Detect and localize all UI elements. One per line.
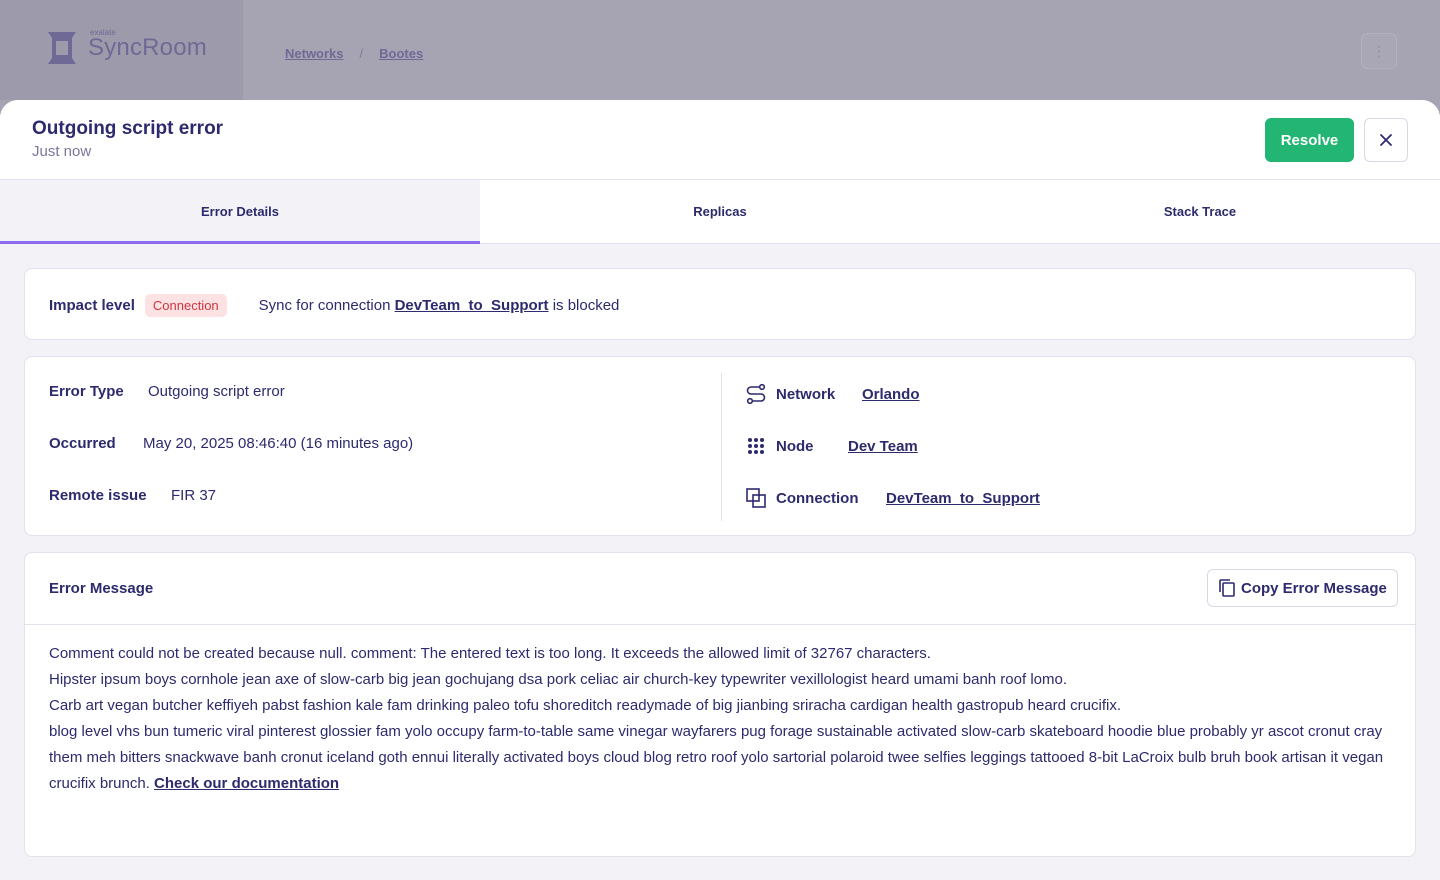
copy-error-message-label: Copy Error Message: [1241, 579, 1387, 597]
error-message-line: Carb art vegan butcher keffiyeh pabst fa…: [49, 697, 1122, 714]
impact-card: Impact level Connection Sync for connect…: [24, 268, 1416, 340]
panel-title: Outgoing script error: [32, 118, 224, 139]
brand-small: exalate: [90, 28, 116, 37]
tab-bar: Error Details Replicas Stack Trace: [0, 180, 1440, 244]
detail-value: FIR 37: [171, 487, 217, 504]
detail-error-type: Error Type Outgoing script error: [49, 383, 285, 400]
tab-stack-trace[interactable]: Stack Trace: [960, 180, 1440, 243]
panel-subtitle: Just now: [32, 143, 92, 160]
documentation-link[interactable]: Check our documentation: [154, 775, 339, 792]
error-message-body: Comment could not be created because nul…: [49, 641, 1399, 797]
details-card: Error Type Outgoing script error Occurre…: [24, 356, 1416, 536]
close-icon: [1380, 134, 1392, 146]
impact-level-badge: Connection: [144, 293, 227, 317]
error-message-title: Error Message: [49, 580, 154, 597]
error-message-line: Hipster ipsum boys cornhole jean axe of …: [49, 671, 1068, 688]
detail-label: Node: [776, 437, 814, 455]
error-message-line: Comment could not be created because nul…: [49, 645, 931, 662]
connection-icon: [745, 487, 767, 509]
copy-error-message-button[interactable]: Copy Error Message: [1207, 569, 1398, 607]
detail-remote-issue: Remote issue FIR 37: [49, 487, 216, 504]
node-grid-icon: [745, 435, 767, 457]
error-message-card: Error Message Copy Error Message Comment…: [24, 552, 1416, 857]
detail-value: Outgoing script error: [148, 383, 285, 400]
more-vertical-button[interactable]: ⋮: [1361, 33, 1397, 69]
more-vertical-icon: ⋮: [1372, 42, 1386, 59]
detail-network: Network Orlando: [745, 383, 920, 405]
background-app: exalate SyncRoom Networks / Bootes ⋮: [0, 0, 1440, 100]
breadcrumb-networks[interactable]: Networks: [285, 46, 344, 61]
impact-row: Impact level Connection Sync for connect…: [49, 269, 619, 341]
breadcrumb: Networks / Bootes: [285, 46, 423, 61]
error-details-panel: Outgoing script error Just now Resolve E…: [0, 100, 1440, 880]
brand-name: SyncRoom: [88, 34, 207, 61]
network-link[interactable]: Orlando: [862, 386, 920, 403]
syncroom-logo: exalate SyncRoom: [42, 28, 207, 68]
detail-label: Occurred: [49, 435, 116, 452]
error-message-header: Error Message Copy Error Message: [25, 553, 1415, 625]
tab-error-details[interactable]: Error Details: [0, 180, 480, 244]
detail-label: Error Type: [49, 383, 124, 400]
background-logo-area: exalate SyncRoom: [0, 0, 243, 100]
brand: exalate SyncRoom: [88, 28, 207, 62]
impact-connection-link[interactable]: DevTeam_to_Support: [395, 297, 549, 314]
detail-connection: Connection DevTeam_to_Support: [745, 487, 1040, 509]
error-message-line: blog level vhs bun tumeric viral pintere…: [49, 719, 1399, 797]
panel-header: Outgoing script error Just now Resolve: [0, 100, 1440, 180]
tab-replicas[interactable]: Replicas: [480, 180, 960, 243]
resolve-button[interactable]: Resolve: [1265, 118, 1354, 162]
detail-label: Connection: [776, 489, 859, 507]
impact-level-label: Impact level: [49, 296, 135, 314]
detail-occurred: Occurred May 20, 2025 08:46:40 (16 minut…: [49, 435, 413, 452]
details-divider: [721, 373, 722, 521]
network-icon: [745, 383, 767, 405]
detail-value: May 20, 2025 08:46:40 (16 minutes ago): [143, 435, 414, 452]
impact-text-prefix: Sync for connection: [258, 296, 391, 314]
detail-label: Network: [776, 385, 836, 403]
breadcrumb-bootes[interactable]: Bootes: [379, 46, 423, 61]
impact-description: Sync for connection DevTeam_to_Support i…: [259, 297, 620, 314]
breadcrumb-separator: /: [359, 46, 364, 61]
close-button[interactable]: [1364, 118, 1408, 162]
copy-icon: [1218, 578, 1236, 598]
node-link[interactable]: Dev Team: [848, 438, 918, 455]
detail-node: Node Dev Team: [745, 435, 918, 457]
impact-text-suffix: is blocked: [552, 296, 620, 314]
connection-link[interactable]: DevTeam_to_Support: [886, 490, 1040, 507]
detail-label: Remote issue: [49, 487, 147, 504]
syncroom-logo-icon: [48, 32, 76, 64]
